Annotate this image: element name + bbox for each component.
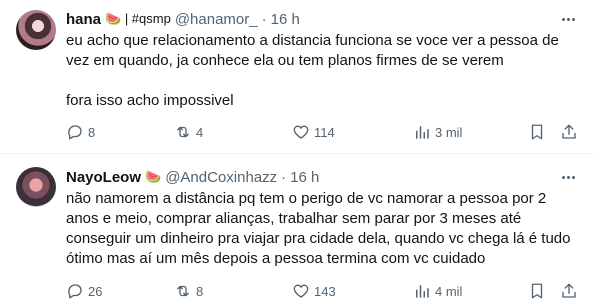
action-bar: 26 8 143 4 mil — [66, 280, 578, 302]
more-icon[interactable] — [558, 167, 578, 187]
retweet-button[interactable]: 8 — [174, 280, 203, 302]
separator-dot: · — [281, 168, 287, 186]
retweet-icon — [177, 285, 189, 297]
share-button[interactable] — [560, 280, 578, 302]
timestamp[interactable]: 16 h — [290, 169, 319, 186]
like-count: 143 — [314, 283, 336, 299]
reply-count: 26 — [88, 283, 103, 299]
tweet-text: não namorem a distância pq tem o perigo … — [66, 189, 576, 269]
tweet-paragraph: não namorem a distância pq tem o perigo … — [66, 190, 571, 267]
reply-button[interactable]: 26 — [66, 280, 102, 302]
bookmark-icon — [531, 283, 543, 299]
username[interactable]: @AndCoxinhazz — [165, 169, 277, 186]
bookmark-button[interactable] — [528, 280, 546, 302]
views-button[interactable]: 4 mil — [413, 280, 462, 302]
like-button[interactable]: 143 — [292, 280, 336, 302]
heart-icon — [293, 284, 309, 298]
display-name[interactable]: NayoLeow — [66, 169, 141, 186]
name-badge: 🍉 — [145, 169, 162, 184]
reply-icon — [68, 284, 82, 299]
share-icon — [562, 283, 576, 298]
tweet[interactable]: NayoLeow 🍉 @AndCoxinhazz · 16 h não namo… — [0, 0, 594, 307]
views-icon — [416, 285, 429, 298]
avatar[interactable] — [16, 167, 56, 207]
retweet-count: 8 — [196, 283, 204, 299]
tweet-header: NayoLeow 🍉 @AndCoxinhazz · 16 h — [66, 167, 319, 187]
views-count: 4 mil — [435, 283, 463, 299]
